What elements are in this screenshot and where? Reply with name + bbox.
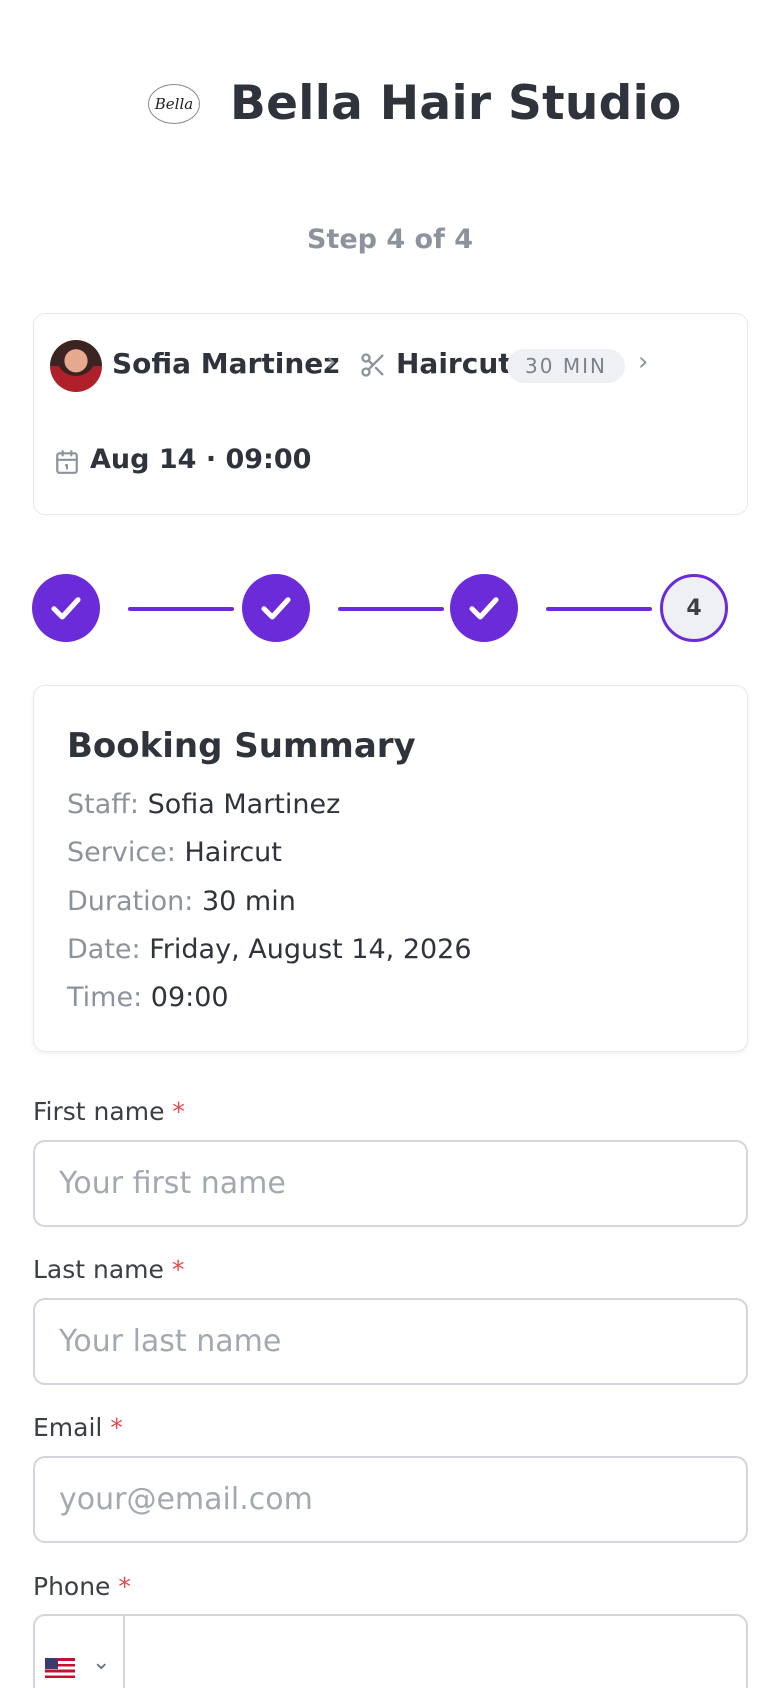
- breadcrumb-service[interactable]: Haircut: [396, 347, 512, 380]
- avatar: [50, 340, 102, 392]
- us-flag-icon: [45, 1658, 75, 1678]
- step-indicator-text: Step 4 of 4: [306, 224, 474, 255]
- summary-time-row: Time: 09:00: [67, 982, 229, 1013]
- step-4-current[interactable]: 4: [660, 574, 728, 642]
- phone-label-text: Phone: [33, 1572, 111, 1601]
- summary-date-value: Friday, August 14, 2026: [149, 934, 472, 965]
- summary-service-label: Service:: [67, 837, 176, 868]
- last-name-label-text: Last name: [33, 1255, 164, 1284]
- breadcrumb-staff[interactable]: Sofia Martinez: [112, 347, 340, 380]
- step-connector: [338, 607, 444, 611]
- first-name-label: First name *: [33, 1097, 185, 1126]
- check-icon: [51, 597, 81, 620]
- first-name-label-text: First name: [33, 1097, 165, 1126]
- chevron-right-icon: ›: [326, 347, 337, 377]
- summary-duration-label: Duration:: [67, 886, 194, 917]
- step-3-complete[interactable]: [450, 574, 518, 642]
- email-label-text: Email: [33, 1413, 103, 1442]
- progress-stepper: 4: [0, 574, 780, 644]
- header: Bella Bella Hair Studio: [0, 70, 780, 142]
- summary-service-row: Service: Haircut: [67, 837, 282, 868]
- country-code-select[interactable]: ⌄: [35, 1616, 125, 1688]
- summary-service-value: Haircut: [184, 837, 282, 868]
- required-marker: *: [171, 1255, 185, 1284]
- step-1-complete[interactable]: [32, 574, 100, 642]
- studio-logo: Bella: [148, 84, 200, 124]
- brand-name: Bella Hair Studio: [230, 76, 682, 131]
- step-2-complete[interactable]: [242, 574, 310, 642]
- summary-staff-row: Staff: Sofia Martinez: [67, 789, 340, 820]
- step-connector: [128, 607, 234, 611]
- email-field[interactable]: [33, 1456, 748, 1543]
- scissors-icon: [361, 353, 384, 377]
- first-name-input[interactable]: [33, 1140, 748, 1227]
- summary-staff-value: Sofia Martinez: [147, 789, 341, 820]
- step-connector: [546, 607, 652, 611]
- summary-title: Booking Summary: [67, 726, 416, 766]
- summary-date-label: Date:: [67, 934, 141, 965]
- last-name-input[interactable]: [33, 1298, 748, 1385]
- phone-label: Phone *: [33, 1572, 131, 1601]
- chevron-down-icon: ⌄: [92, 1650, 111, 1675]
- summary-duration-value: 30 min: [201, 886, 296, 917]
- check-icon: [261, 597, 291, 620]
- required-marker: *: [172, 1097, 185, 1126]
- breadcrumb-datetime[interactable]: Aug 14 · 09:00: [90, 444, 311, 475]
- summary-date-row: Date: Friday, August 14, 2026: [67, 934, 472, 965]
- summary-duration-row: Duration: 30 min: [67, 886, 296, 917]
- check-icon: [469, 597, 499, 620]
- last-name-label: Last name *: [33, 1255, 184, 1284]
- chevron-right-icon: ›: [638, 347, 649, 377]
- required-marker: *: [110, 1413, 123, 1442]
- summary-time-value: 09:00: [150, 982, 229, 1013]
- summary-staff-label: Staff:: [67, 789, 139, 820]
- required-marker: *: [118, 1572, 131, 1601]
- booking-breadcrumb: Sofia Martinez › Haircut 30 MIN › Aug 14…: [33, 313, 748, 515]
- duration-badge: 30 MIN: [507, 349, 625, 383]
- email-label: Email *: [33, 1413, 123, 1442]
- booking-summary-card: Booking Summary Staff: Sofia Martinez Se…: [33, 685, 748, 1052]
- calendar-icon: [56, 450, 78, 474]
- summary-time-label: Time:: [67, 982, 143, 1013]
- phone-field[interactable]: ⌄: [33, 1614, 748, 1688]
- logo-text: Bella: [154, 95, 194, 113]
